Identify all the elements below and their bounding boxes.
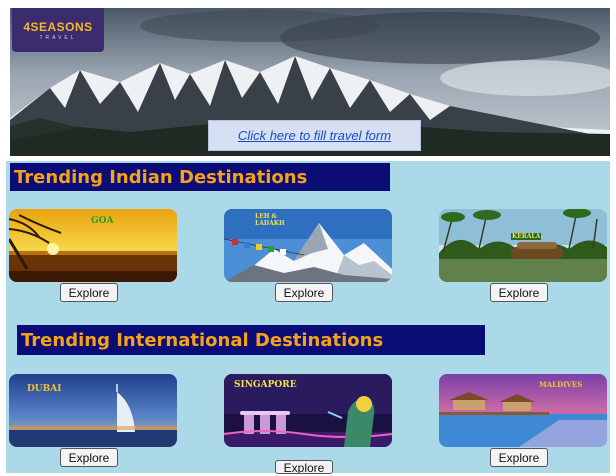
hero-banner: 4SEASONS TRAVEL Click here to fill trave… — [10, 8, 610, 156]
maldives-image[interactable]: MALDIVES — [439, 374, 607, 447]
indian-destinations-heading: Trending Indian Destinations — [10, 163, 390, 191]
leh-ladakh-label: LEH & LADAKH — [255, 213, 285, 227]
destination-card-maldives[interactable]: MALDIVES Explore — [439, 374, 607, 467]
goa-label: GOA — [91, 216, 114, 226]
explore-button-goa[interactable]: Explore — [60, 283, 118, 302]
goa-image[interactable]: GOA — [9, 209, 177, 282]
kerala-image[interactable]: KERALA — [439, 209, 607, 282]
destination-card-singapore[interactable]: SINGAPORE Explore — [224, 374, 392, 474]
destinations-panel: Trending Indian Destinations GOA Explore… — [6, 161, 610, 474]
international-destinations-heading: Trending International Destinations — [17, 325, 485, 355]
singapore-image[interactable]: SINGAPORE — [224, 374, 392, 447]
leh-ladakh-image[interactable]: LEH & LADAKH — [224, 209, 392, 282]
maldives-label: MALDIVES — [539, 380, 583, 389]
brand-logo[interactable]: 4SEASONS TRAVEL — [12, 8, 104, 52]
explore-button-maldives[interactable]: Explore — [490, 448, 548, 467]
logo-brand-text: 4SEASONS — [23, 19, 93, 34]
destination-card-leh-ladakh[interactable]: LEH & LADAKH Explore — [224, 209, 392, 302]
explore-button-kerala[interactable]: Explore — [490, 283, 548, 302]
explore-button-singapore[interactable]: Explore — [275, 460, 333, 474]
dubai-label: DUBAI — [27, 384, 62, 394]
explore-button-leh-ladakh[interactable]: Explore — [275, 283, 333, 302]
destination-card-dubai[interactable]: DUBAI Explore — [9, 374, 177, 467]
explore-button-dubai[interactable]: Explore — [60, 448, 118, 467]
destination-card-goa[interactable]: GOA Explore — [9, 209, 177, 302]
travel-form-link-text[interactable]: Click here to fill travel form — [238, 128, 391, 143]
travel-form-link[interactable]: Click here to fill travel form — [208, 120, 421, 151]
singapore-label: SINGAPORE — [234, 380, 297, 390]
destination-card-kerala[interactable]: KERALA Explore — [439, 209, 607, 302]
kerala-label: KERALA — [511, 233, 542, 240]
dubai-image[interactable]: DUBAI — [9, 374, 177, 447]
logo-tagline: TRAVEL — [39, 34, 77, 41]
